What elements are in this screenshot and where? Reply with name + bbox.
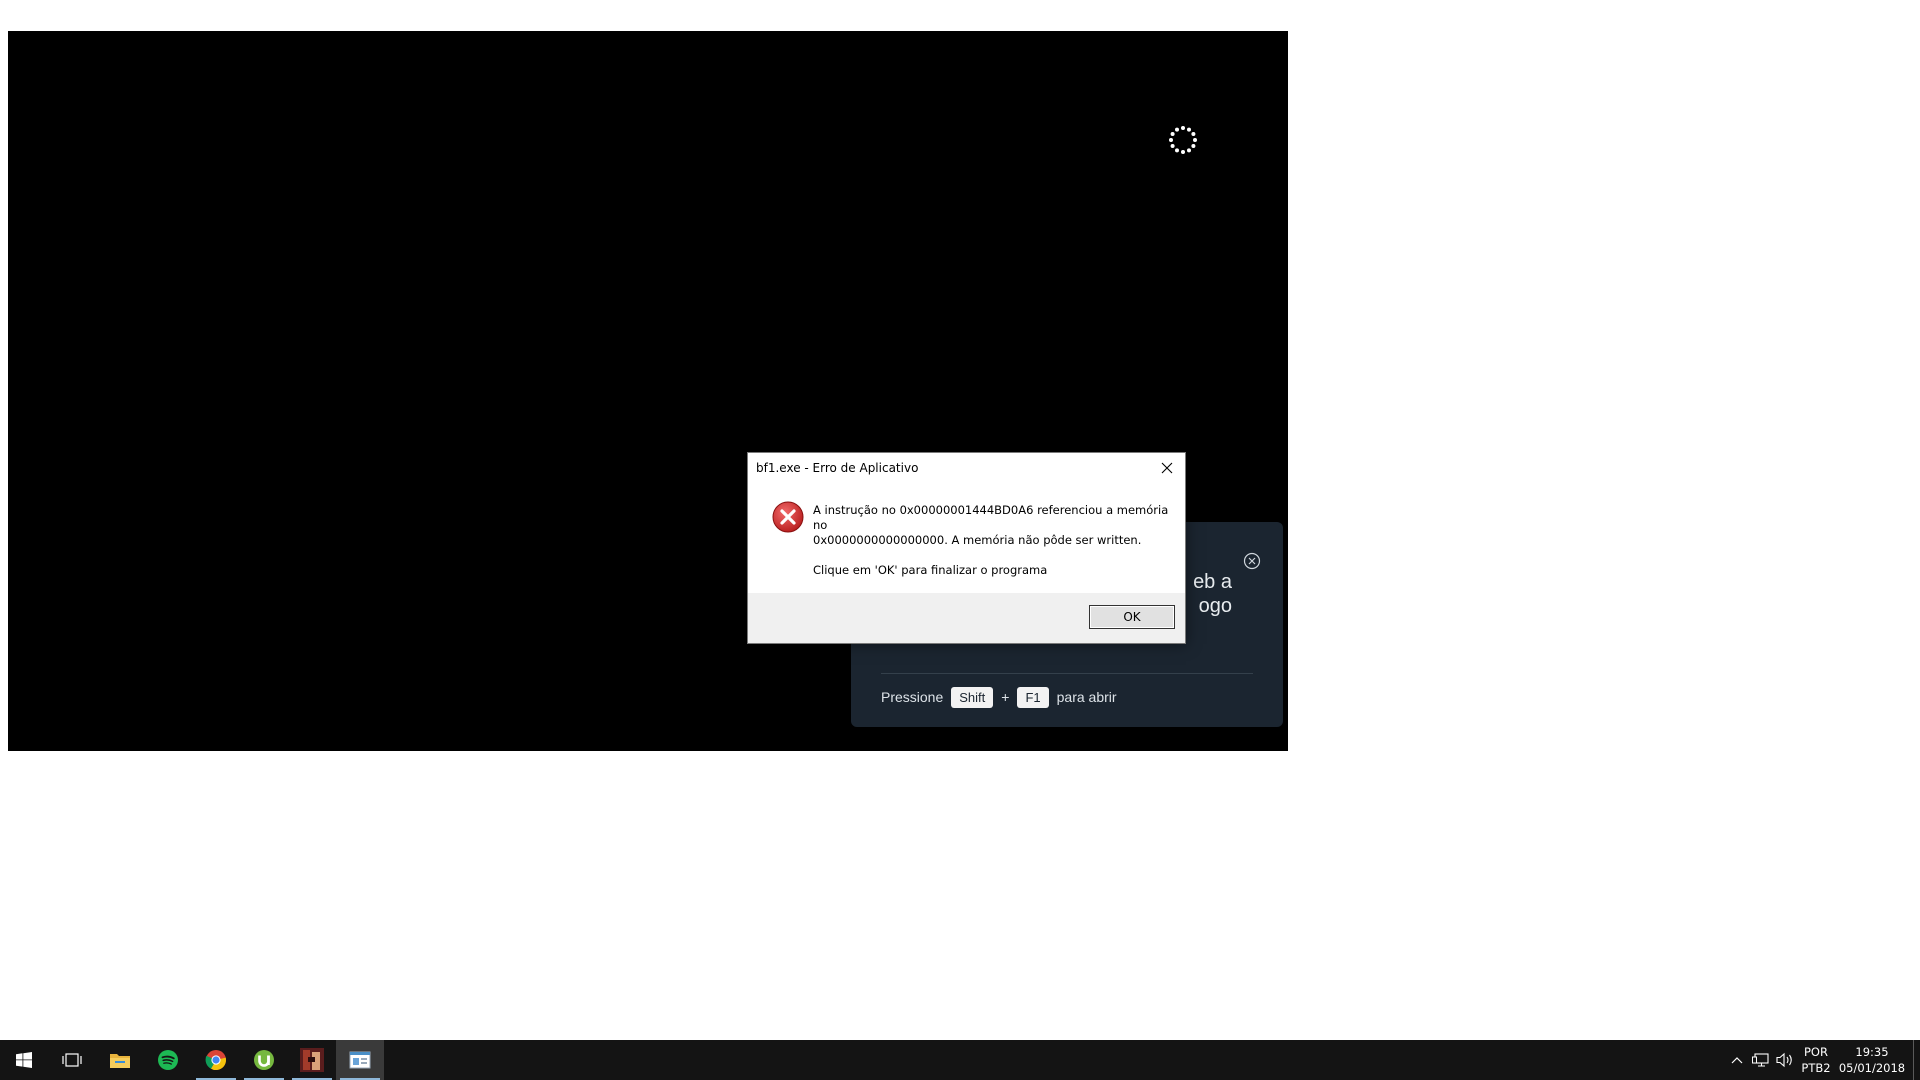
- taskbar: POR PTB2 19:35 05/01/2018: [0, 1040, 1920, 1080]
- dialog-titlebar[interactable]: bf1.exe - Erro de Aplicativo: [748, 453, 1185, 483]
- error-icon: [772, 501, 804, 533]
- hint-suffix: para abrir: [1056, 689, 1117, 705]
- message-line-2: 0x0000000000000000. A memória não pôde s…: [813, 533, 1142, 547]
- spotify-icon: [158, 1050, 178, 1070]
- utorrent-icon: [254, 1050, 274, 1070]
- spotify-button[interactable]: [144, 1040, 192, 1080]
- keyboard-layout: PTB2: [1801, 1061, 1831, 1075]
- utorrent-button[interactable]: [240, 1040, 288, 1080]
- chrome-icon: [205, 1050, 227, 1071]
- show-desktop-button[interactable]: [1913, 1040, 1920, 1080]
- message-line-1: A instrução no 0x00000001444BD0A6 refere…: [813, 503, 1169, 532]
- dialog-title: bf1.exe - Erro de Aplicativo: [756, 461, 919, 475]
- overlay-hint: Pressione Shift + F1 para abrir: [881, 685, 1117, 709]
- file-explorer-icon: [110, 1054, 130, 1068]
- dialog-close-button[interactable]: [1149, 453, 1185, 483]
- error-message: A instrução no 0x00000001444BD0A6 refere…: [813, 503, 1173, 578]
- system-tray: POR PTB2 19:35 05/01/2018: [1725, 1040, 1920, 1080]
- chevron-up-icon: [1731, 1057, 1743, 1064]
- show-hidden-icons-button[interactable]: [1725, 1040, 1749, 1080]
- overlay-close-icon[interactable]: [1243, 552, 1261, 570]
- overlay-divider: [881, 673, 1253, 674]
- input-language-indicator[interactable]: POR PTB2: [1797, 1044, 1835, 1076]
- close-icon: [1161, 462, 1173, 474]
- hint-prefix: Pressione: [881, 689, 944, 705]
- language-code: POR: [1804, 1045, 1828, 1059]
- hint-plus: +: [1001, 689, 1010, 705]
- volume-icon: [1776, 1052, 1792, 1068]
- desktop: eb a ogo Pressione Shift + F1 para abrir…: [0, 0, 1920, 1040]
- clock[interactable]: 19:35 05/01/2018: [1835, 1044, 1909, 1076]
- volume-button[interactable]: [1773, 1040, 1797, 1080]
- shift-keycap: Shift: [951, 686, 994, 708]
- dialog-body: A instrução no 0x00000001444BD0A6 refere…: [748, 483, 1185, 582]
- clock-date: 05/01/2018: [1838, 1061, 1906, 1075]
- network-icon: [1752, 1053, 1769, 1067]
- game-button[interactable]: [288, 1040, 336, 1080]
- clock-time: 19:35: [1855, 1045, 1889, 1059]
- task-view-button[interactable]: [48, 1040, 96, 1080]
- message-line-3: Clique em 'OK' para finalizar o programa: [813, 563, 1048, 577]
- ok-button[interactable]: OK: [1089, 605, 1175, 629]
- chrome-button[interactable]: [192, 1040, 240, 1080]
- loading-spinner-icon: [1169, 126, 1197, 154]
- app-window-button[interactable]: [336, 1040, 384, 1080]
- app-window-icon: [349, 1051, 371, 1069]
- start-icon: [16, 1052, 32, 1068]
- error-dialog: bf1.exe - Erro de Aplicativo A instrução…: [747, 452, 1186, 644]
- dialog-footer: OK: [748, 593, 1185, 643]
- game-icon: [300, 1048, 324, 1072]
- file-explorer-button[interactable]: [96, 1040, 144, 1080]
- start-button[interactable]: [0, 1040, 48, 1080]
- task-view-icon: [62, 1053, 82, 1067]
- network-button[interactable]: [1749, 1040, 1773, 1080]
- f1-keycap: F1: [1017, 686, 1049, 708]
